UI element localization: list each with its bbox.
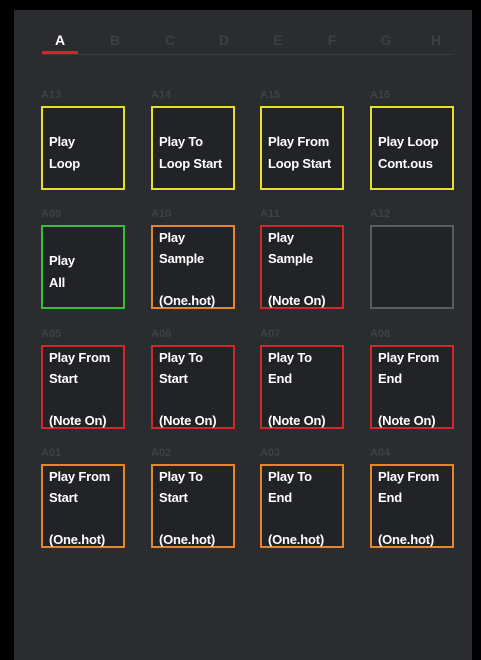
pad-label-line: Play <box>159 230 185 245</box>
pad-label-line: (Note On) <box>378 413 436 428</box>
tab-b[interactable]: B <box>105 32 125 48</box>
pad-a15[interactable]: Play From Loop Start <box>260 106 344 190</box>
pad-a06[interactable]: Play To Start (Note On) <box>151 345 235 429</box>
pad-a04[interactable]: Play From End (One.hot) <box>370 464 454 548</box>
pad-label-line: (One.hot) <box>378 532 434 547</box>
tab-d[interactable]: D <box>214 32 234 48</box>
pad-number-label: A06 <box>151 328 172 340</box>
pad-label-line: Start <box>159 490 188 505</box>
pad-label-line: Play From <box>49 469 111 484</box>
pad-label-line: (One.hot) <box>159 293 215 308</box>
pad-a05[interactable]: Play From Start (Note On) <box>41 345 125 429</box>
pad-a10[interactable]: Play Sample (One.hot) <box>151 225 235 309</box>
pad-number-label: A03 <box>260 447 281 459</box>
pad-label-line: (One.hot) <box>159 532 215 547</box>
pad-label-line: Play <box>268 230 294 245</box>
pad-label-line: End <box>268 371 292 386</box>
pad-label-line: Play From <box>378 469 440 484</box>
pad-a02[interactable]: Play To Start (One.hot) <box>151 464 235 548</box>
pad-number-label: A14 <box>151 89 172 101</box>
right-edge <box>472 0 481 660</box>
pad-number-label: A10 <box>151 208 172 220</box>
pad-label-line: All <box>49 275 66 290</box>
pad-number-label: A02 <box>151 447 172 459</box>
pad-label-line: Play To <box>159 469 203 484</box>
tab-c[interactable]: C <box>160 32 180 48</box>
tab-divider <box>42 54 454 55</box>
pad-a13[interactable]: Play Loop <box>41 106 125 190</box>
pad-a11[interactable]: Play Sample (Note On) <box>260 225 344 309</box>
pad-label-line: (Note On) <box>268 293 326 308</box>
pad-number-label: A12 <box>370 208 391 220</box>
pad-label-line: Cont.ous <box>378 156 433 171</box>
tab-h[interactable]: H <box>426 32 446 48</box>
pad-number-label: A08 <box>370 328 391 340</box>
pad-number-label: A01 <box>41 447 62 459</box>
pad-number-label: A09 <box>41 208 62 220</box>
pad-number-label: A04 <box>370 447 391 459</box>
pad-a16[interactable]: Play Loop Cont.ous <box>370 106 454 190</box>
pad-number-label: A11 <box>260 208 280 220</box>
pad-panel: A B C D E F G H A13 Play Loop A14 Play To Loo… <box>14 10 472 660</box>
pad-a12[interactable] <box>370 225 454 309</box>
pad-label-line: Play Loop <box>378 134 439 149</box>
bank-tabs: A B C D E F G H <box>14 10 472 60</box>
pad-label-line: End <box>378 490 402 505</box>
pad-label-line: Loop <box>49 156 80 171</box>
pad-a14[interactable]: Play To Loop Start <box>151 106 235 190</box>
pad-label-line: (One.hot) <box>268 532 324 547</box>
pad-label-line: Play From <box>378 350 440 365</box>
tab-f[interactable]: F <box>322 32 342 48</box>
pad-label-line: Play To <box>268 469 312 484</box>
pad-label-line: Play <box>49 253 75 268</box>
pad-label-line: (Note On) <box>159 413 217 428</box>
pad-label-line: End <box>378 371 402 386</box>
pad-label-line: (Note On) <box>268 413 326 428</box>
pad-label-line: Play To <box>268 350 312 365</box>
pad-a07[interactable]: Play To End (Note On) <box>260 345 344 429</box>
pad-label-line: Loop Start <box>159 156 222 171</box>
pad-number-label: A15 <box>260 89 281 101</box>
pad-number-label: A07 <box>260 328 281 340</box>
pad-number-label: A13 <box>41 89 62 101</box>
pad-label-line: Start <box>159 371 188 386</box>
pad-label-line: (One.hot) <box>49 532 105 547</box>
pad-label-line: Loop Start <box>268 156 331 171</box>
pad-label-line: End <box>268 490 292 505</box>
pad-label-line: Sample <box>268 251 314 266</box>
pad-label-line: Start <box>49 371 78 386</box>
tab-a[interactable]: A <box>50 32 70 48</box>
pad-label-line: Sample <box>159 251 205 266</box>
pad-label-line: Start <box>49 490 78 505</box>
pad-a09[interactable]: Play All <box>41 225 125 309</box>
tab-g[interactable]: G <box>376 32 396 48</box>
tab-e[interactable]: E <box>268 32 288 48</box>
pad-label-line: Play To <box>159 134 203 149</box>
pad-number-label: A16 <box>370 89 391 101</box>
pad-label-line: Play <box>49 134 75 149</box>
pad-label-line: Play From <box>49 350 111 365</box>
pad-label-line: Play From <box>268 134 330 149</box>
pad-label-line: (Note On) <box>49 413 107 428</box>
pad-a08[interactable]: Play From End (Note On) <box>370 345 454 429</box>
pad-number-label: A05 <box>41 328 62 340</box>
pad-label-line: Play To <box>159 350 203 365</box>
pad-a03[interactable]: Play To End (One.hot) <box>260 464 344 548</box>
pad-a01[interactable]: Play From Start (One.hot) <box>41 464 125 548</box>
